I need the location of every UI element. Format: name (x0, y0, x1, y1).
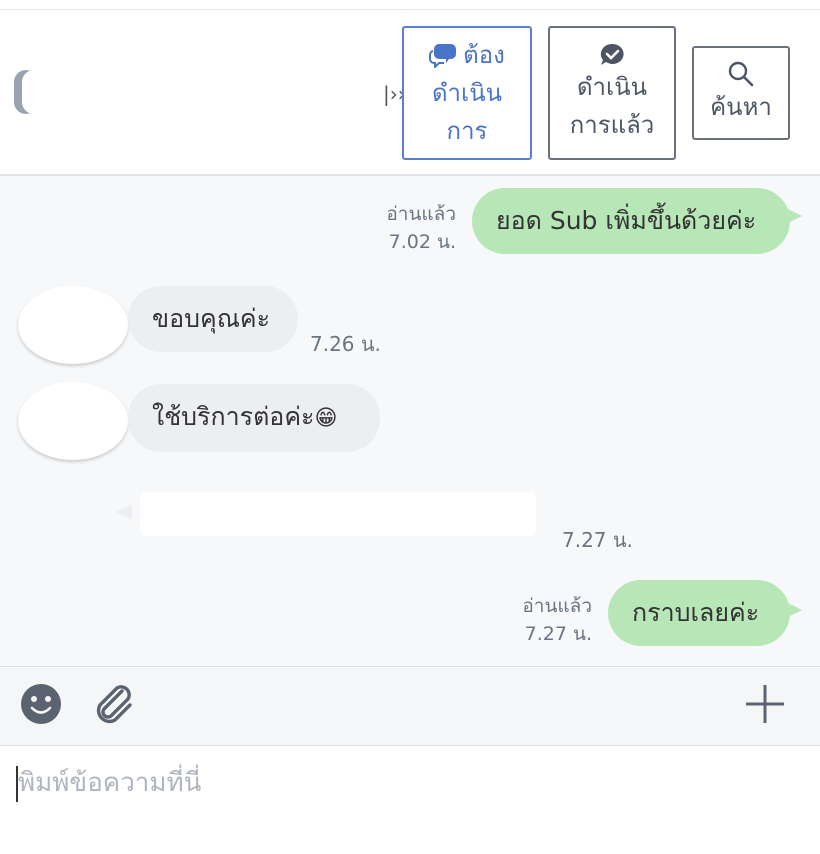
incoming-message[interactable]: ขอบคุณค่ะ (128, 286, 298, 352)
smiley-icon (20, 683, 62, 729)
sender-avatar[interactable] (18, 286, 128, 364)
chat-header: |›› ต้อง ดำเนิน การ ดำเนิน การแล้ว ค้นหา (0, 0, 820, 176)
message-text: ใช้บริการต่อค่ะ (152, 402, 315, 431)
message-text: ยอด Sub เพิ่มขึ้นด้วยค่ะ (496, 206, 757, 235)
tab-search-label: ค้นหา (710, 93, 772, 121)
outgoing-message[interactable]: กราบเลยค่ะ (608, 580, 790, 646)
tab-pending-label-3: การ (446, 117, 488, 145)
chat-messages[interactable]: อ่านแล้ว 7.02 น. ยอด Sub เพิ่มขึ้นด้วยค่… (0, 176, 820, 666)
tab-pending-label-1: ต้อง (463, 41, 505, 69)
read-label: อ่านแล้ว (522, 595, 592, 617)
redacted-content (140, 492, 536, 536)
attach-button[interactable] (90, 667, 140, 745)
check-bubble-icon (598, 42, 626, 68)
add-button[interactable] (742, 667, 788, 745)
outgoing-message[interactable]: ยอด Sub เพิ่มขึ้นด้วยค่ะ (472, 188, 790, 254)
header-top-divider (0, 9, 820, 10)
message-read-status: อ่านแล้ว 7.27 น. (496, 592, 592, 648)
tab-done-label-1: ดำเนิน (576, 73, 648, 101)
message-input[interactable] (16, 760, 800, 806)
tab-done[interactable]: ดำเนิน การแล้ว (548, 26, 676, 160)
bubble-tail (116, 504, 132, 520)
incoming-message[interactable]: ใช้บริการต่อค่ะ😁 (128, 384, 380, 452)
message-time: 7.27 น. (524, 623, 592, 645)
grin-emoji: 😁 (314, 406, 338, 431)
composer-toolbar (0, 666, 820, 747)
message-text: กราบเลยค่ะ (632, 598, 760, 627)
message-time: 7.02 น. (388, 231, 456, 253)
tab-done-label-2: การแล้ว (569, 111, 655, 139)
tab-search[interactable]: ค้นหา (692, 46, 790, 140)
bubble-tail (786, 208, 802, 224)
message-text: ขอบคุณค่ะ (152, 304, 271, 333)
message-time: 7.26 น. (310, 332, 381, 356)
bubble-tail (786, 602, 802, 618)
emoji-button[interactable] (18, 667, 64, 745)
message-time: 7.27 น. (562, 528, 633, 552)
search-icon (727, 60, 755, 88)
message-read-status: อ่านแล้ว 7.02 น. (360, 200, 456, 256)
tab-pending[interactable]: ต้อง ดำเนิน การ (402, 26, 532, 160)
tab-pending-label-2: ดำเนิน (431, 79, 503, 107)
plus-icon (744, 683, 786, 729)
text-caret (16, 766, 18, 802)
sender-avatar[interactable] (18, 382, 128, 460)
read-label: อ่านแล้ว (386, 203, 456, 225)
contact-avatar[interactable] (14, 70, 38, 114)
chat-bubbles-icon (429, 42, 457, 68)
paperclip-icon (92, 681, 138, 731)
